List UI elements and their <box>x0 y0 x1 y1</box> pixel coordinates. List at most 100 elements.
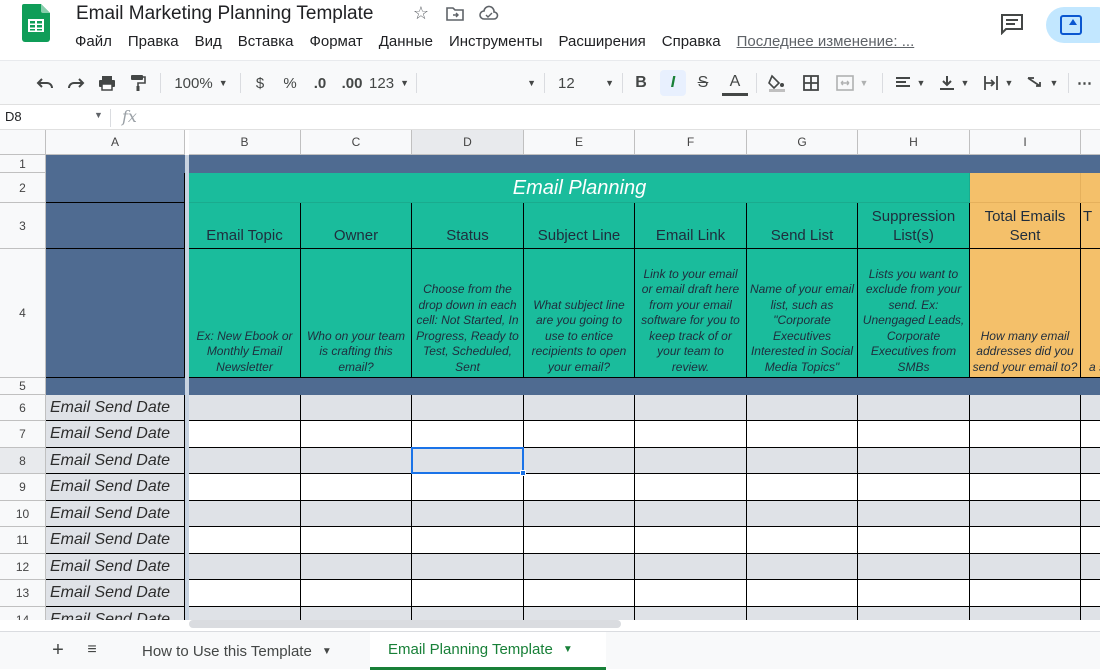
borders-icon[interactable] <box>798 70 824 96</box>
active-cell-d8[interactable] <box>411 447 524 474</box>
desc-suppression-lists[interactable]: Lists you want to exclude from your send… <box>858 249 970 378</box>
data-cell[interactable] <box>635 421 747 448</box>
fill-color-icon[interactable] <box>764 70 790 96</box>
column-header-e[interactable]: E <box>524 130 635 155</box>
data-cell[interactable] <box>970 607 1081 620</box>
header-subject-line[interactable]: Subject Line <box>524 203 635 249</box>
data-cell[interactable] <box>747 474 858 501</box>
data-cell[interactable] <box>635 580 747 607</box>
email-send-date-cell[interactable]: Email Send Date <box>46 501 185 527</box>
data-cell[interactable] <box>747 554 858 580</box>
header-email-topic[interactable]: Email Topic <box>189 203 301 249</box>
row-header-8[interactable]: 8 <box>0 448 46 474</box>
data-cell[interactable] <box>858 395 970 421</box>
data-cell[interactable] <box>189 501 301 527</box>
data-cell[interactable] <box>970 421 1081 448</box>
header-total-emails-sent[interactable]: Total Emails Sent <box>970 203 1081 249</box>
zoom-select[interactable]: 100% ▼ <box>170 70 232 96</box>
cell-a4[interactable] <box>46 249 185 378</box>
horizontal-scrollbar[interactable] <box>189 620 621 628</box>
desc-status[interactable]: Choose from the drop down in each cell: … <box>412 249 524 378</box>
cloud-status-icon[interactable] <box>478 2 500 24</box>
data-cell[interactable] <box>189 607 301 620</box>
column-header-g[interactable]: G <box>747 130 858 155</box>
data-cell[interactable] <box>412 421 524 448</box>
menu-view[interactable]: Вид <box>195 33 222 50</box>
data-cell[interactable] <box>412 554 524 580</box>
row-header-14[interactable]: 14 <box>0 607 46 620</box>
data-cell[interactable] <box>747 421 858 448</box>
header-owner[interactable]: Owner <box>301 203 412 249</box>
email-send-date-cell[interactable]: Email Send Date <box>46 448 185 474</box>
text-wrapping-icon[interactable]: ▼ <box>978 70 1018 96</box>
data-cell[interactable] <box>412 580 524 607</box>
data-cell[interactable] <box>747 501 858 527</box>
email-send-date-cell[interactable]: Email Send Date <box>46 421 185 448</box>
data-cell[interactable] <box>301 554 412 580</box>
data-cell[interactable] <box>970 474 1081 501</box>
row-header-4[interactable]: 4 <box>0 249 46 378</box>
data-cell[interactable] <box>1081 554 1100 580</box>
comments-icon[interactable] <box>998 10 1026 38</box>
data-cell[interactable] <box>970 527 1081 554</box>
bold-button[interactable]: B <box>630 70 652 96</box>
column-header-i[interactable]: I <box>970 130 1081 155</box>
sheet-tab-how-to-use[interactable]: How to Use this Template ▼ <box>130 632 344 670</box>
desc-owner[interactable]: Who on your team is crafting this email? <box>301 249 412 378</box>
data-cell[interactable] <box>301 448 412 474</box>
data-cell[interactable] <box>635 448 747 474</box>
data-cell[interactable] <box>858 421 970 448</box>
percent-format-button[interactable]: % <box>280 70 300 96</box>
data-cell[interactable] <box>970 501 1081 527</box>
menu-edit[interactable]: Правка <box>128 33 179 50</box>
data-cell[interactable] <box>970 554 1081 580</box>
sheets-logo-icon[interactable] <box>22 4 50 42</box>
row-header-3[interactable]: 3 <box>0 203 46 249</box>
data-cell[interactable] <box>189 580 301 607</box>
data-cell[interactable] <box>747 448 858 474</box>
email-send-date-cell[interactable]: Email Send Date <box>46 527 185 554</box>
row-header-10[interactable]: 10 <box>0 501 46 527</box>
data-cell[interactable] <box>301 527 412 554</box>
column-header-j[interactable]: J <box>1081 130 1100 155</box>
row-header-11[interactable]: 11 <box>0 527 46 554</box>
header-email-link[interactable]: Email Link <box>635 203 747 249</box>
data-cell[interactable] <box>635 607 747 620</box>
menu-format[interactable]: Формат <box>309 33 362 50</box>
data-cell[interactable] <box>970 580 1081 607</box>
desc-next-column[interactable]: a s ac <box>1081 249 1100 378</box>
add-sheet-icon[interactable]: + <box>48 639 68 661</box>
data-cell[interactable] <box>189 421 301 448</box>
cell-i2[interactable] <box>970 173 1081 203</box>
data-cell[interactable] <box>524 527 635 554</box>
row-header-12[interactable]: 12 <box>0 554 46 580</box>
sheet-tab-email-planning[interactable]: Email Planning Template ▼ <box>370 632 606 670</box>
decrease-decimal-button[interactable]: .0 <box>308 70 332 96</box>
desc-subject-line[interactable]: What subject line are you going to use t… <box>524 249 635 378</box>
select-all-corner[interactable] <box>0 130 46 155</box>
data-cell[interactable] <box>858 448 970 474</box>
data-cell[interactable] <box>301 421 412 448</box>
data-cell[interactable] <box>858 607 970 620</box>
desc-send-list[interactable]: Name of your email list, such as "Corpor… <box>747 249 858 378</box>
data-cell[interactable] <box>189 554 301 580</box>
header-status[interactable]: Status <box>412 203 524 249</box>
horizontal-align-icon[interactable]: ▼ <box>890 70 930 96</box>
number-format-select[interactable]: 123 ▼ <box>369 70 409 96</box>
document-title[interactable]: Email Marketing Planning Template <box>76 3 373 25</box>
sheet-tab-caret-icon[interactable]: ▼ <box>563 644 573 655</box>
name-box-caret-icon[interactable]: ▼ <box>94 110 103 120</box>
column-header-a[interactable]: A <box>46 130 185 155</box>
data-cell[interactable] <box>524 607 635 620</box>
undo-icon[interactable] <box>33 70 57 96</box>
redo-icon[interactable] <box>64 70 88 96</box>
cell-a2[interactable] <box>46 173 185 203</box>
row-header-2[interactable]: 2 <box>0 173 46 203</box>
cell-a3[interactable] <box>46 203 185 249</box>
row-header-5[interactable]: 5 <box>0 378 46 395</box>
menu-help[interactable]: Справка <box>662 33 721 50</box>
data-cell[interactable] <box>858 474 970 501</box>
data-cell[interactable] <box>524 554 635 580</box>
data-cell[interactable] <box>1081 474 1100 501</box>
row-header-7[interactable]: 7 <box>0 421 46 448</box>
